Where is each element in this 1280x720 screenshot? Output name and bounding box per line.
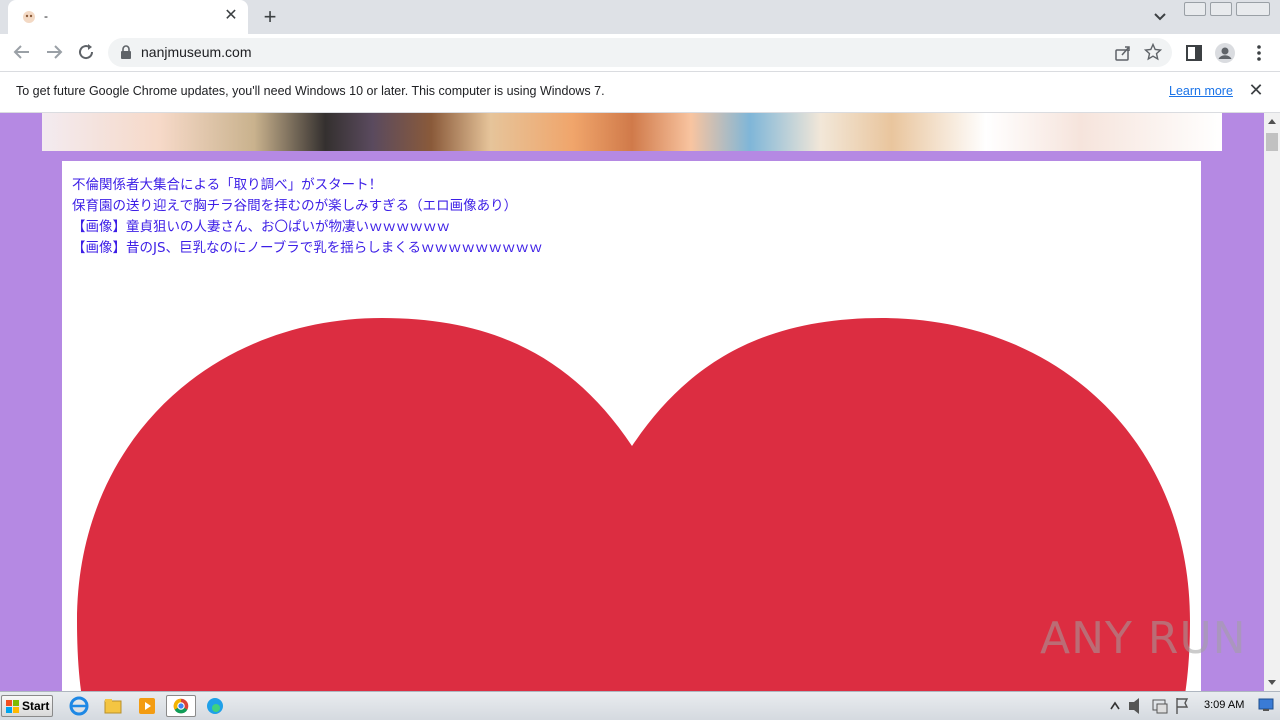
site-favicon-icon [23,11,35,23]
minimize-button[interactable] [1184,2,1206,16]
media-player-icon[interactable] [134,695,160,717]
taskbar-clock[interactable]: 3:09 AM [1204,699,1244,711]
tab-search-chevron-icon[interactable] [1150,8,1170,26]
heart-image[interactable] [72,311,1192,691]
infobar-close-icon[interactable]: ✕ [1247,81,1265,99]
scrollbar-thumb[interactable] [1266,133,1278,151]
windows-logo-icon [6,700,19,713]
reload-icon[interactable] [74,40,98,64]
content-panel: 不倫関係者大集合による「取り調べ」がスタート！ 保育園の送り迎えで胸チラ谷間を拝… [62,161,1201,691]
scroll-up-arrow-icon[interactable] [1268,119,1276,124]
restore-button[interactable] [1210,2,1232,16]
new-tab-button[interactable]: + [258,6,282,28]
vertical-scrollbar[interactable] [1264,113,1280,691]
article-link-2[interactable]: 保育園の送り迎えで胸チラ谷間を拝むのが楽しみすぎる（エロ画像あり） [72,196,542,217]
anyrun-watermark: ANY RUN [1040,613,1247,664]
header-banner-image [42,113,1222,151]
article-links: 不倫関係者大集合による「取り調べ」がスタート！ 保育園の送り迎えで胸チラ谷間を拝… [72,175,542,259]
article-link-4[interactable]: 【画像】昔のJS、巨乳なのにノーブラで乳を揺らしまくるｗｗｗｗｗｗｗｗｗ [72,238,542,259]
article-link-3[interactable]: 【画像】童貞狙いの人妻さん、お〇ぱいが物凄いｗｗｗｗｗｗ [72,217,542,238]
chrome-taskbar-icon[interactable] [166,695,196,717]
page-viewport: 不倫関係者大集合による「取り調べ」がスタート！ 保育園の送り迎えで胸チラ谷間を拝… [0,113,1264,691]
article-link-1[interactable]: 不倫関係者大集合による「取り調べ」がスタート！ [72,175,542,196]
browser-toolbar: nanjmuseum.com [0,34,1280,72]
menu-kebab-icon[interactable] [1248,42,1270,64]
tab-close-icon[interactable]: ✕ [222,7,240,25]
tab-strip: - ✕ + [0,0,1280,34]
file-explorer-icon[interactable] [100,695,126,717]
edge-icon[interactable] [202,695,228,717]
start-label: Start [22,699,50,713]
window-controls [1184,2,1274,16]
windows-taskbar: Start 3:09 AM [0,691,1280,720]
bookmark-star-icon[interactable] [1144,43,1162,61]
close-window-button[interactable] [1236,2,1270,16]
show-desktop-icon[interactable] [1258,698,1274,712]
url-text[interactable]: nanjmuseum.com [141,44,252,60]
learn-more-link[interactable]: Learn more [1169,84,1233,98]
back-arrow-icon[interactable] [10,40,34,64]
address-bar[interactable]: nanjmuseum.com [108,38,1172,67]
infobar-message: To get future Google Chrome updates, you… [16,84,605,98]
system-tray-icons[interactable] [1105,695,1195,717]
share-icon[interactable] [1114,44,1132,62]
update-infobar: To get future Google Chrome updates, you… [0,72,1280,113]
forward-arrow-icon[interactable] [42,40,66,64]
profile-avatar-icon[interactable] [1214,42,1236,64]
internet-explorer-icon[interactable] [66,695,92,717]
side-panel-icon[interactable] [1183,42,1205,64]
start-button[interactable]: Start [1,695,53,717]
tab-title: - [44,9,48,23]
scroll-down-arrow-icon[interactable] [1268,680,1276,685]
browser-tab[interactable]: - ✕ [8,0,248,34]
lock-icon[interactable] [120,45,132,59]
